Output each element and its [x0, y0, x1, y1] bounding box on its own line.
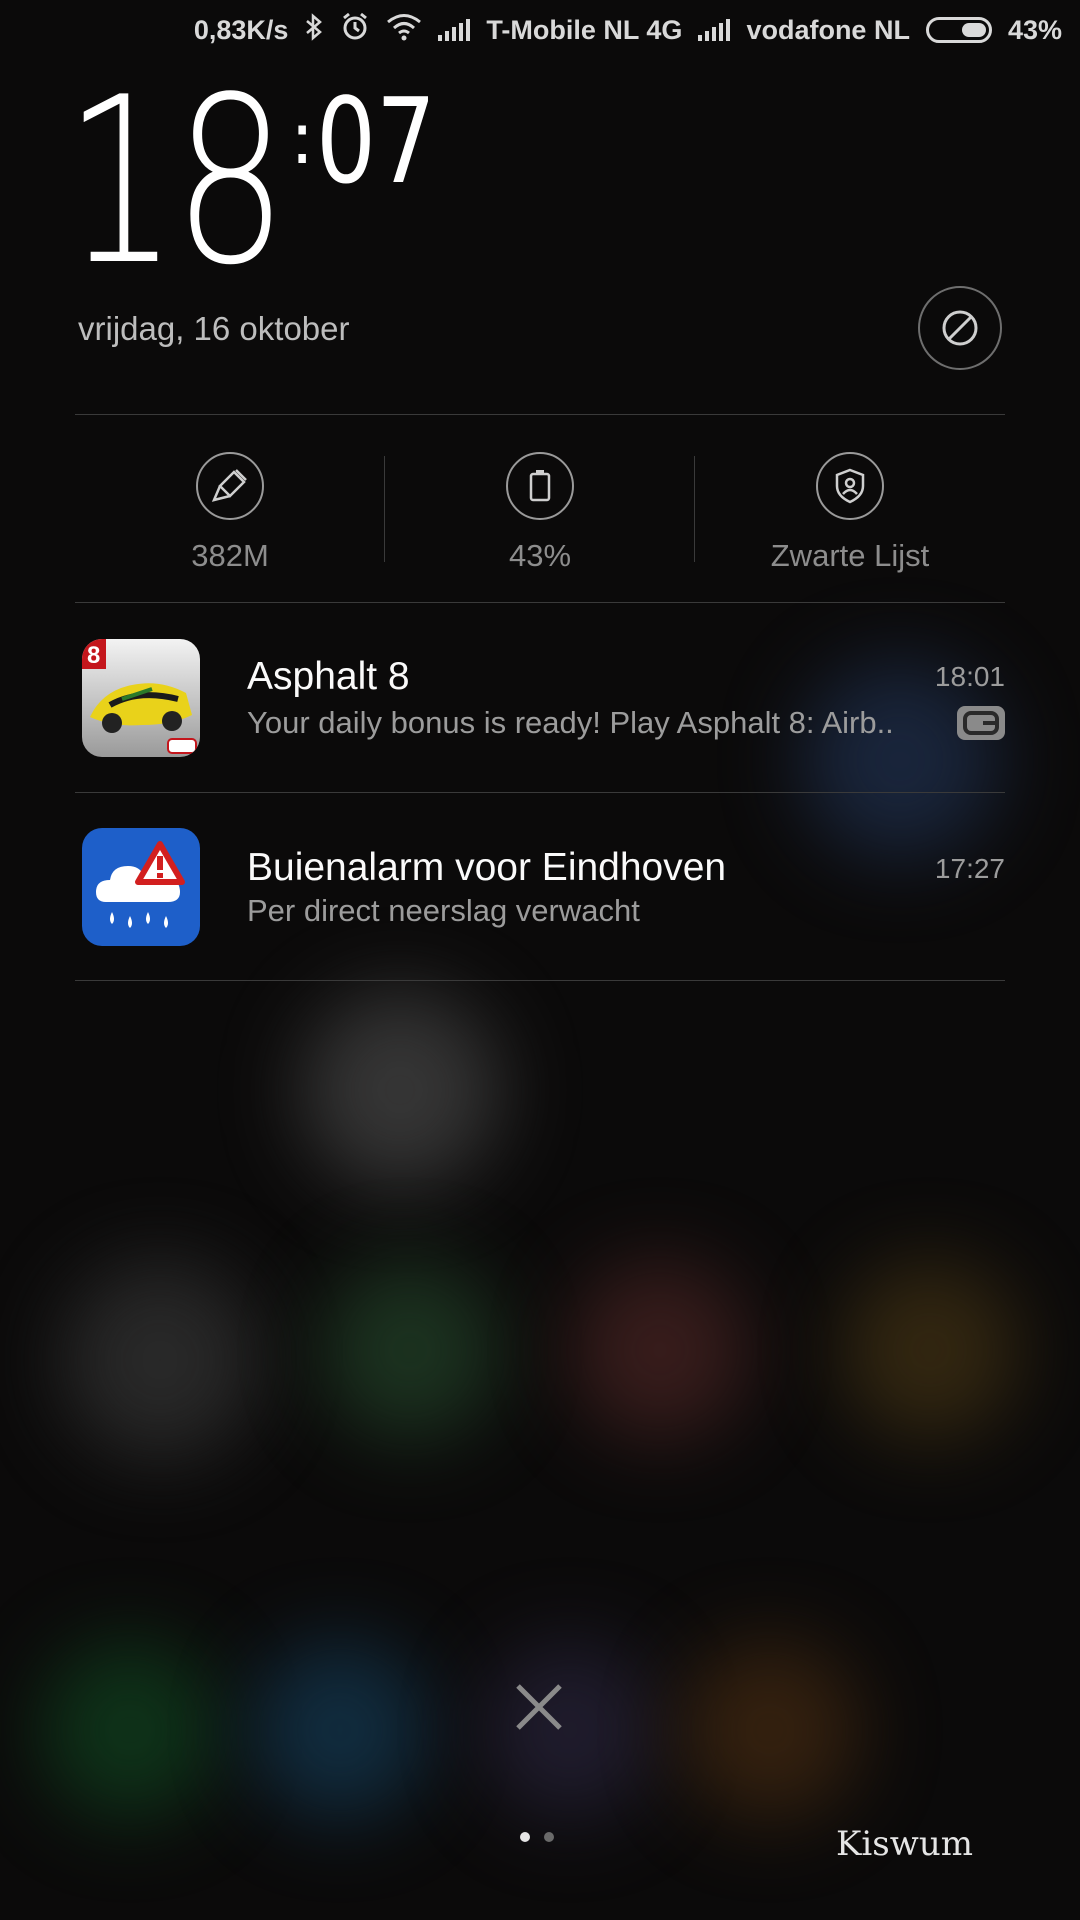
battery-icon: [925, 17, 992, 43]
notification-body: Per direct neerslag verwacht: [247, 893, 640, 928]
bg-blur: [570, 1260, 750, 1440]
notification-title: Buienalarm voor Eindhoven: [247, 846, 727, 889]
battery-stat[interactable]: 43%: [385, 452, 695, 574]
notification-body: Your daily bonus is ready! Play Asphalt …: [247, 705, 894, 740]
battery-percent: 43%: [1007, 14, 1062, 45]
bg-blur: [320, 1260, 500, 1440]
asphalt-app-icon: 8: [82, 639, 200, 757]
bg-blur: [40, 1640, 220, 1820]
battery-label: 43%: [508, 538, 572, 573]
bg-blur: [250, 1640, 430, 1820]
broom-icon: [196, 452, 264, 520]
bg-blur: [60, 1260, 260, 1460]
bg-blur: [300, 990, 500, 1190]
bg-blur: [680, 1640, 860, 1820]
divider: [75, 414, 1005, 415]
notification-asphalt[interactable]: 8 Asphalt 8 18:01 Your daily bonus is re…: [75, 603, 1005, 791]
notification-time: 18:01: [934, 661, 1005, 692]
carrier-1: T-Mobile NL 4G: [486, 14, 683, 45]
memory-label: 382M: [191, 538, 269, 573]
bluetooth-icon: [304, 12, 324, 48]
notification-time: 17:27: [934, 853, 1005, 884]
clear-all-button[interactable]: [512, 1680, 566, 1734]
battery-icon: [506, 452, 574, 520]
divider: [75, 980, 1005, 981]
svg-text:8: 8: [87, 642, 100, 669]
watermark: Kiswum: [836, 1824, 973, 1864]
block-icon: [942, 310, 978, 346]
carrier-2: vodafone NL: [746, 14, 910, 45]
clock-hour: 18: [64, 49, 288, 316]
page-dot: [544, 1832, 554, 1842]
page-dot-active: [520, 1832, 530, 1842]
close-icon: [516, 1684, 562, 1730]
clock-minutes: 07: [316, 72, 437, 210]
date-label: vrijdag, 16 oktober: [78, 310, 350, 347]
do-not-disturb-button[interactable]: [918, 286, 1002, 370]
wifi-icon: [386, 13, 422, 48]
blacklist-label: Zwarte Lijst: [770, 538, 930, 573]
gameloft-icon: [957, 706, 1005, 740]
bg-blur: [840, 1260, 1020, 1440]
bg-blur: [480, 1640, 660, 1820]
notification-buienalarm[interactable]: Buienalarm voor Eindhoven 17:27 Per dire…: [75, 793, 1005, 981]
page-indicator: [520, 1832, 554, 1842]
signal-icon: [698, 19, 731, 41]
alarm-icon: [340, 12, 370, 49]
shield-user-icon: [816, 452, 884, 520]
network-speed: 0,83K/s: [193, 14, 289, 45]
blacklist-stat[interactable]: Zwarte Lijst: [695, 452, 1005, 574]
signal-icon: [438, 19, 471, 41]
clock-colon: :: [290, 96, 315, 180]
memory-cleaner[interactable]: 382M: [75, 452, 385, 574]
notification-title: Asphalt 8: [247, 655, 410, 698]
buienalarm-app-icon: [82, 828, 200, 946]
